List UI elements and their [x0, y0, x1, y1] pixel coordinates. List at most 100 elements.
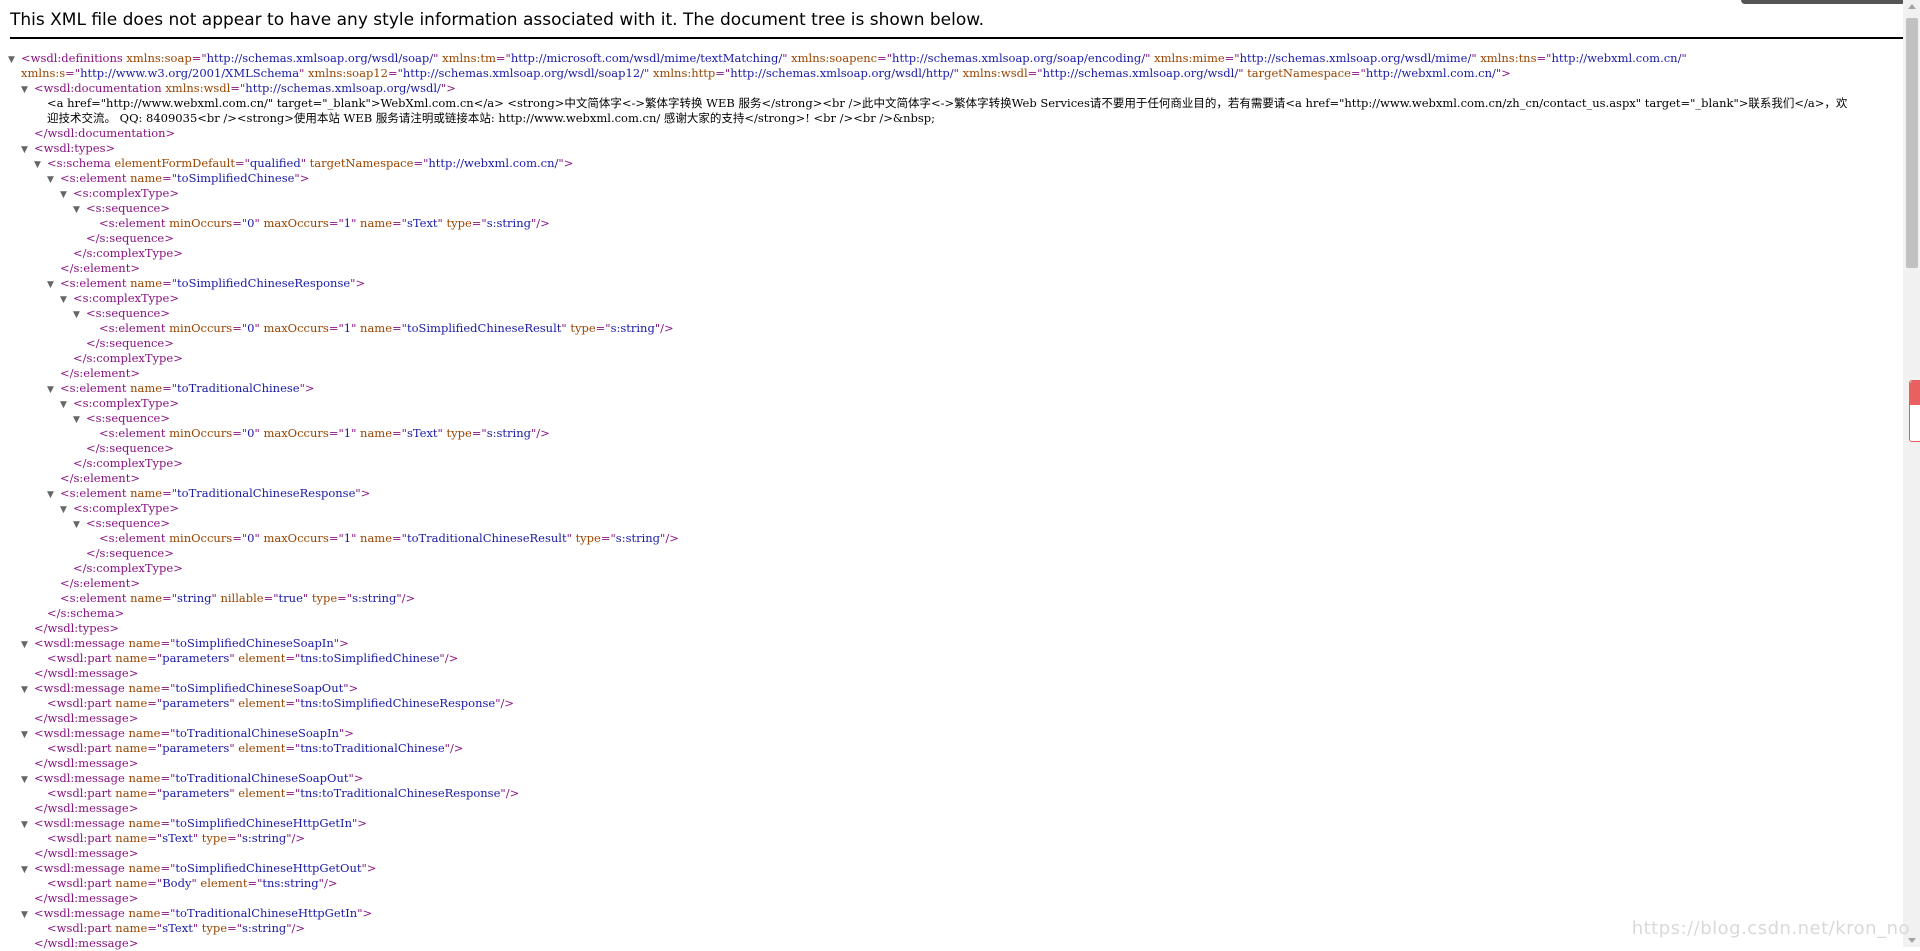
attribute-value: sText — [406, 426, 438, 440]
attribute-quote: =" — [328, 216, 344, 230]
attribute-name: name — [115, 741, 148, 755]
xml-line: <s:element minOccurs="0" maxOccurs="1" n… — [8, 321, 1898, 336]
collapse-toggle-icon[interactable]: ▼ — [47, 488, 60, 501]
attribute-value: http://schemas.xmlsoap.org/wsdl/soap/ — [206, 51, 434, 65]
scroll-up-arrow-icon[interactable] — [1908, 4, 1916, 9]
attribute-name: name — [360, 426, 393, 440]
xml-line: ▼ <s:sequence> — [8, 306, 1898, 321]
collapse-toggle-icon[interactable]: ▼ — [21, 683, 34, 696]
tag-name: <s:sequence — [86, 306, 161, 320]
xml-line: <wsdl:part name="Body" element="tns:stri… — [8, 876, 1898, 891]
xml-tree: ▼ <wsdl:definitions xmlns:soap="http://sc… — [8, 51, 1898, 951]
attribute-quote: " — [229, 696, 235, 710]
xml-line: ▼ <s:element name="toSimplifiedChinese"> — [8, 171, 1898, 186]
xml-line: <wsdl:part name="parameters" element="tn… — [8, 786, 1898, 801]
attribute-name: name — [130, 171, 163, 185]
collapse-toggle-icon[interactable]: ▼ — [8, 53, 21, 66]
attribute-quote: =" — [1536, 51, 1552, 65]
attribute-quote: =" — [162, 276, 178, 290]
tag-end: > — [362, 906, 373, 920]
tag-name: <s:element — [60, 486, 127, 500]
attribute-quote: =" — [234, 156, 250, 170]
attribute-name: name — [360, 216, 393, 230]
collapse-toggle-icon[interactable]: ▼ — [21, 818, 34, 831]
attribute-name: xmlns:s — [21, 66, 66, 80]
attribute-value: s:string — [352, 591, 397, 605]
attribute-quote: =" — [160, 816, 176, 830]
attribute-name: element — [200, 876, 248, 890]
attribute-name: xmlns:soapenc — [791, 51, 878, 65]
tag-end: /> — [323, 876, 338, 890]
xml-line: ▼ <wsdl:message name="toSimplifiedChinese… — [8, 861, 1898, 876]
tag-end: > — [160, 411, 170, 425]
closing-tag: </s:sequence> — [86, 231, 174, 245]
collapse-toggle-icon[interactable]: ▼ — [73, 203, 86, 216]
xml-line: </wsdl:documentation> — [8, 126, 1898, 141]
xml-line: ▼ <s:sequence> — [8, 201, 1898, 216]
collapse-toggle-icon[interactable]: ▼ — [34, 158, 47, 171]
collapse-toggle-icon[interactable]: ▼ — [21, 863, 34, 876]
collapse-toggle-icon[interactable]: ▼ — [60, 188, 73, 201]
closing-tag: </s:element> — [60, 261, 140, 275]
attribute-value: tns:toSimplifiedChineseResponse — [300, 696, 496, 710]
scroll-thumb[interactable] — [1906, 18, 1918, 268]
vertical-scrollbar[interactable] — [1903, 0, 1920, 947]
xml-line: <wsdl:part name="parameters" element="tn… — [8, 696, 1898, 711]
attribute-value: sText — [162, 921, 193, 935]
attribute-quote: =" — [162, 381, 178, 395]
attribute-name: name — [128, 636, 161, 650]
xml-line: ▼ <s:complexType> — [8, 291, 1898, 306]
xml-line: </s:complexType> — [8, 456, 1898, 471]
attribute-quote: " — [191, 876, 197, 890]
closing-tag: </s:sequence> — [86, 441, 174, 455]
attribute-name: element — [238, 651, 286, 665]
attribute-name: targetNamespace — [309, 156, 414, 170]
attribute-name: name — [115, 786, 148, 800]
collapse-toggle-icon[interactable]: ▼ — [60, 293, 73, 306]
collapse-toggle-icon[interactable]: ▼ — [60, 503, 73, 516]
collapse-toggle-icon[interactable]: ▼ — [47, 383, 60, 396]
attribute-name: maxOccurs — [263, 321, 329, 335]
collapse-toggle-icon[interactable]: ▼ — [21, 728, 34, 741]
attribute-value: s:string — [486, 216, 531, 230]
attribute-name: name — [128, 861, 161, 875]
attribute-quote: " — [229, 651, 235, 665]
closing-tag: </wsdl:message> — [34, 711, 139, 725]
attribute-value: tns:toTraditionalChinese — [300, 741, 445, 755]
attribute-value: Body — [162, 876, 192, 890]
collapse-toggle-icon[interactable]: ▼ — [21, 908, 34, 921]
tag-end: > — [355, 276, 366, 290]
collapse-toggle-icon[interactable]: ▼ — [73, 518, 86, 531]
attribute-quote: =" — [1027, 66, 1043, 80]
collapse-toggle-icon[interactable]: ▼ — [21, 638, 34, 651]
attribute-value: parameters — [162, 786, 230, 800]
tag-end: > — [348, 681, 359, 695]
tag-name: <s:element — [60, 276, 127, 290]
attribute-quote: =" — [263, 591, 279, 605]
collapse-toggle-icon[interactable]: ▼ — [73, 308, 86, 321]
tag-end: /> — [500, 696, 514, 710]
tag-end: > — [169, 186, 179, 200]
attribute-quote: " — [1145, 51, 1151, 65]
collapse-toggle-icon[interactable]: ▼ — [60, 398, 73, 411]
attribute-quote: " — [561, 321, 567, 335]
side-feedback-tab[interactable] — [1909, 380, 1920, 442]
collapse-toggle-icon[interactable]: ▼ — [73, 413, 86, 426]
attribute-value: http://webxml.com.cn/ — [1551, 51, 1682, 65]
attribute-quote: =" — [877, 51, 893, 65]
collapse-toggle-icon[interactable]: ▼ — [21, 143, 34, 156]
top-tab[interactable] — [1741, 0, 1906, 4]
collapse-toggle-icon[interactable]: ▼ — [21, 83, 34, 96]
collapse-toggle-icon[interactable]: ▼ — [21, 773, 34, 786]
attribute-quote: " — [254, 426, 260, 440]
attribute-name: xmlns:mime — [1154, 51, 1225, 65]
closing-tag: </s:complexType> — [73, 246, 183, 260]
attribute-name: minOccurs — [169, 216, 233, 230]
collapse-toggle-icon[interactable]: ▼ — [47, 278, 60, 291]
xml-line: </s:complexType> — [8, 246, 1898, 261]
xml-line: ▼ <wsdl:message name="toTraditionalChines… — [8, 771, 1898, 786]
attribute-quote: =" — [1224, 51, 1240, 65]
collapse-toggle-icon[interactable]: ▼ — [47, 173, 60, 186]
attribute-value: toTraditionalChineseResult — [406, 531, 567, 545]
attribute-quote: =" — [337, 591, 353, 605]
